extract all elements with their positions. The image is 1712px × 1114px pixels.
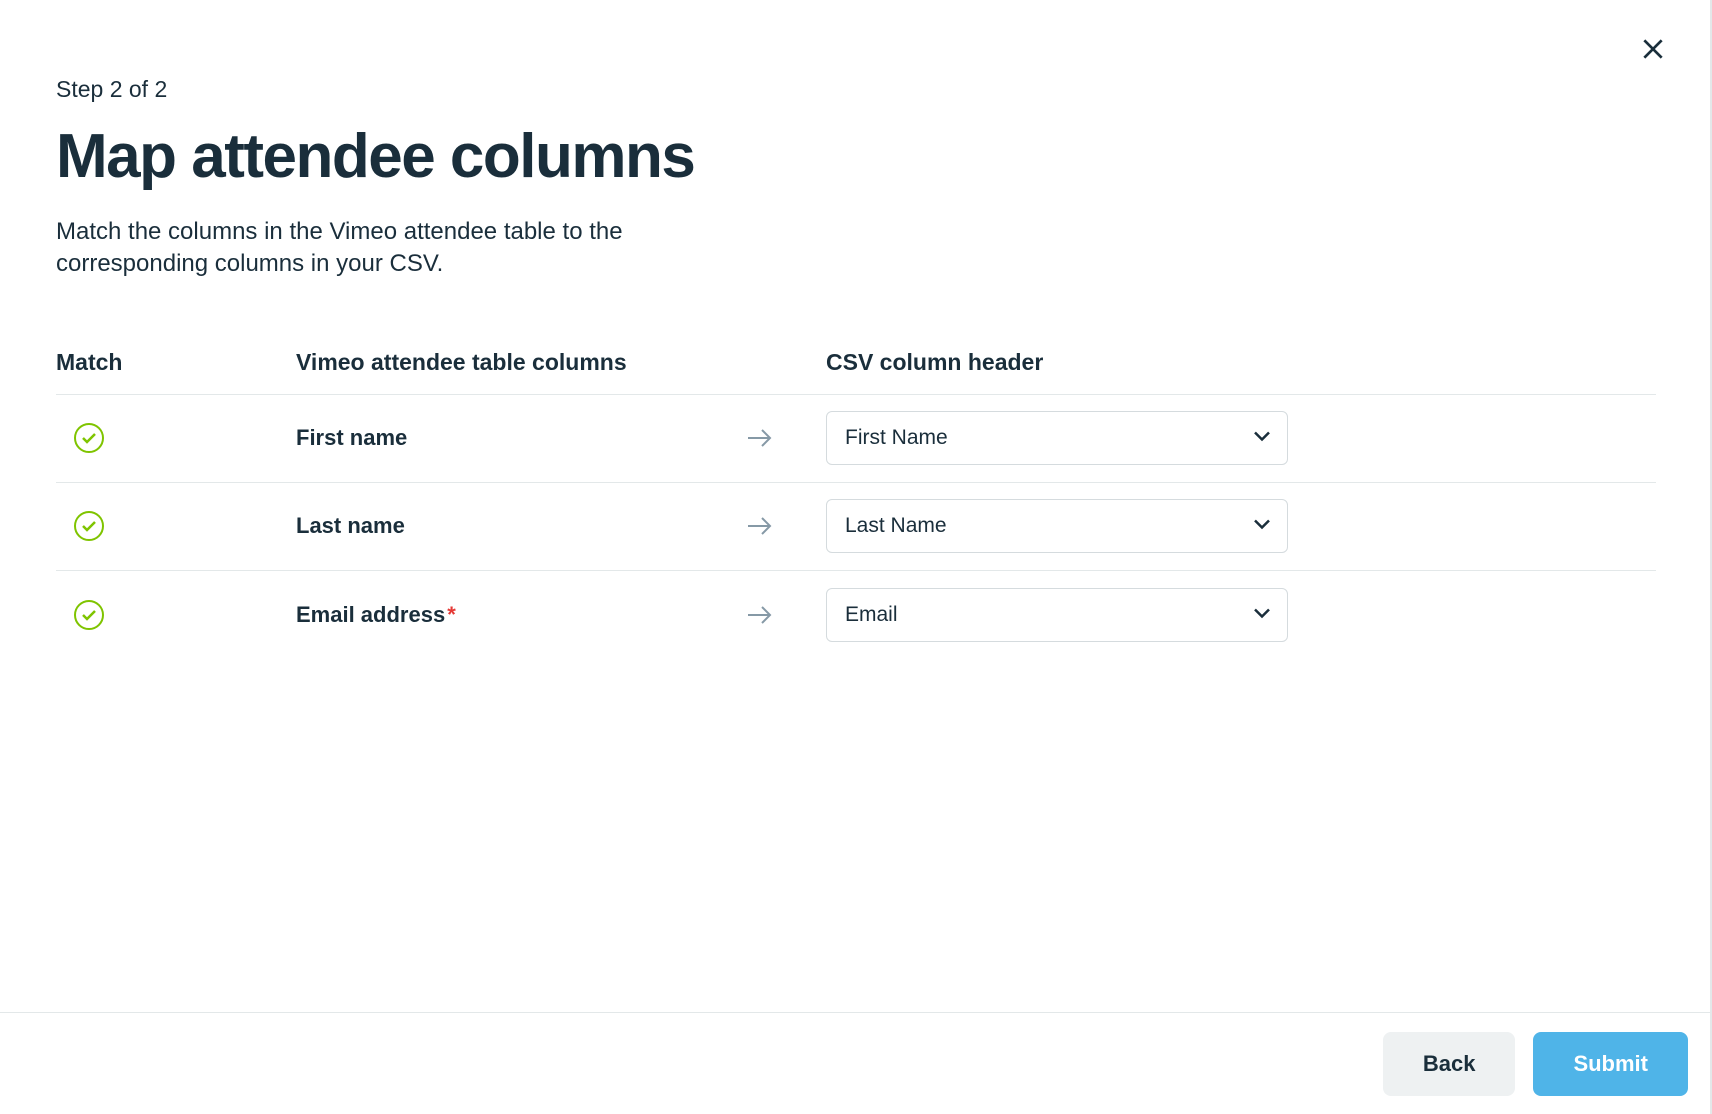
arrow-cell [746,603,826,627]
arrow-right-icon [746,603,774,627]
vimeo-column-label: Last name [296,513,746,539]
step-indicator: Step 2 of 2 [56,76,1656,103]
check-circle-icon [74,511,104,541]
required-asterisk: * [447,602,456,628]
page-description: Match the columns in the Vimeo attendee … [56,216,776,281]
table-header: Match Vimeo attendee table columns CSV c… [56,349,1656,395]
csv-select[interactable]: Email [826,588,1288,642]
column-header-csv: CSV column header [826,349,1656,376]
csv-cell: First Name [826,411,1656,465]
csv-select-value: First Name [826,411,1288,465]
csv-cell: Email [826,588,1656,642]
csv-select-value: Email [826,588,1288,642]
arrow-cell [746,514,826,538]
table-row: First name First Name [56,395,1656,483]
main-content: Step 2 of 2 Map attendee columns Match t… [0,0,1712,699]
close-icon [1640,36,1666,62]
column-header-match: Match [56,349,296,376]
check-circle-icon [74,423,104,453]
vimeo-column-text: Email address [296,602,445,628]
submit-button[interactable]: Submit [1533,1032,1688,1096]
table-row: Last name Last Name [56,483,1656,571]
vimeo-column-label: First name [296,425,746,451]
vimeo-column-label: Email address* [296,602,746,628]
csv-select[interactable]: First Name [826,411,1288,465]
footer: Back Submit [0,1012,1712,1114]
match-cell [56,600,296,630]
csv-select-value: Last Name [826,499,1288,553]
page-title: Map attendee columns [56,121,1656,192]
match-cell [56,511,296,541]
check-circle-icon [74,600,104,630]
column-header-vimeo: Vimeo attendee table columns [296,349,826,376]
arrow-right-icon [746,426,774,450]
arrow-cell [746,426,826,450]
match-cell [56,423,296,453]
csv-cell: Last Name [826,499,1656,553]
vimeo-column-text: First name [296,425,407,451]
vimeo-column-text: Last name [296,513,405,539]
close-button[interactable] [1632,28,1674,73]
table-row: Email address* Email [56,571,1656,659]
back-button[interactable]: Back [1383,1032,1516,1096]
csv-select[interactable]: Last Name [826,499,1288,553]
arrow-right-icon [746,514,774,538]
